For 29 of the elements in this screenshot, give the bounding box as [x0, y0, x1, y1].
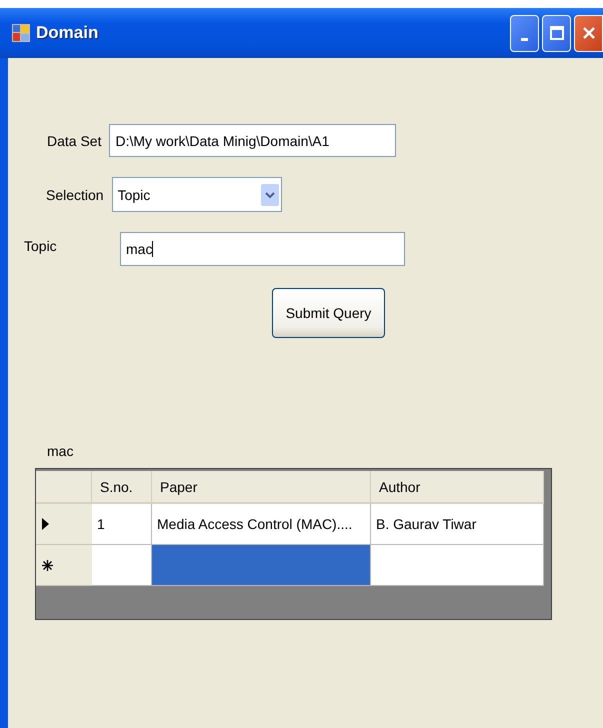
topic-label: Topic — [24, 238, 58, 254]
column-header[interactable]: Author — [371, 471, 544, 504]
minimize-button[interactable] — [510, 14, 539, 52]
submit-query-button[interactable]: Submit Query — [272, 288, 385, 338]
result-label: mac — [47, 443, 74, 459]
selection-label: Selection — [46, 186, 104, 202]
topic-field[interactable]: mac — [120, 232, 405, 266]
table-cell[interactable]: B. Gaurav Tiwar — [371, 504, 544, 545]
corner-header — [36, 471, 92, 504]
maximize-icon — [548, 25, 564, 41]
current-row-icon — [42, 518, 49, 530]
table-cell[interactable] — [371, 545, 544, 586]
window-title: Domain — [36, 23, 98, 43]
minimize-icon — [521, 38, 528, 40]
column-header[interactable]: Paper — [152, 471, 371, 504]
table-cell[interactable]: 1 — [92, 504, 152, 545]
new-row-icon — [42, 560, 53, 570]
app-icon — [12, 24, 30, 42]
close-icon — [580, 25, 596, 41]
column-header[interactable]: S.no. — [92, 471, 152, 504]
table-cell[interactable] — [92, 545, 152, 586]
table-cell[interactable]: Media Access Control (MAC).... — [152, 504, 371, 545]
table-cell[interactable] — [152, 545, 371, 586]
maximize-button[interactable] — [542, 14, 571, 52]
close-button[interactable] — [574, 14, 603, 52]
data-set-label: Data Set — [47, 132, 102, 148]
data-set-field[interactable]: D:\My work\Data Minig\Domain\A1 — [109, 124, 396, 157]
row-header[interactable] — [36, 545, 92, 586]
selection-dropdown[interactable]: Topic — [112, 177, 282, 212]
